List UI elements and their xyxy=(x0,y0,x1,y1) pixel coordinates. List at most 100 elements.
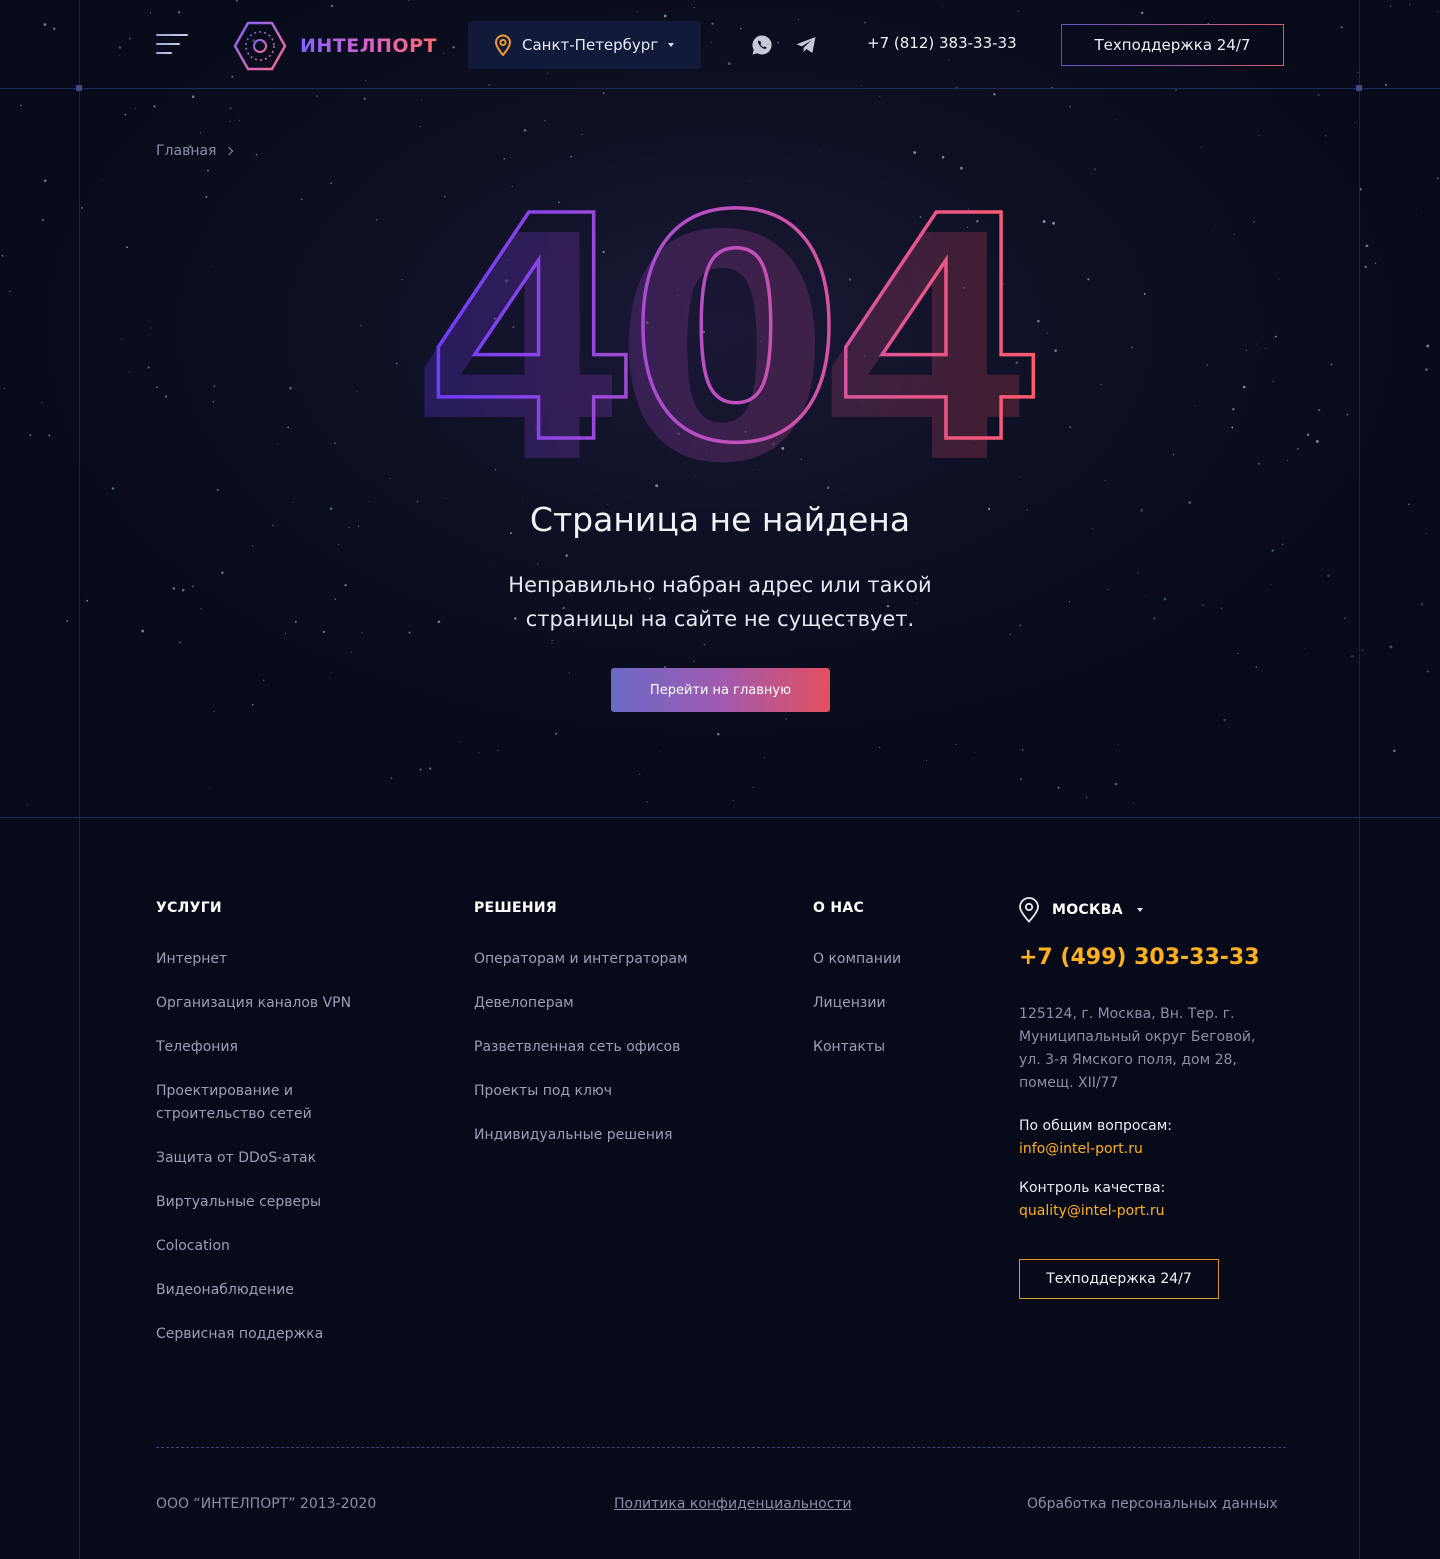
star xyxy=(126,246,128,249)
star xyxy=(334,442,336,444)
star xyxy=(1344,617,1346,620)
star xyxy=(1094,168,1096,170)
star xyxy=(287,426,289,429)
quality-email-link[interactable]: quality@intel-port.ru xyxy=(1019,1203,1164,1219)
footer-about-title: О НАС xyxy=(813,900,865,916)
star xyxy=(926,760,928,762)
go-home-button[interactable]: Перейти на главную xyxy=(611,668,830,712)
footer-link[interactable]: Лицензии xyxy=(813,992,886,1015)
star xyxy=(1364,265,1367,269)
star xyxy=(172,587,176,590)
star xyxy=(9,290,12,293)
star xyxy=(1330,363,1333,366)
star xyxy=(1237,652,1239,654)
footer-link[interactable]: Виртуальные серверы xyxy=(156,1191,321,1214)
footer-link[interactable]: Разветвленная сеть офисов xyxy=(474,1036,680,1059)
star xyxy=(1145,595,1147,597)
star xyxy=(551,639,553,642)
star xyxy=(147,366,150,369)
star xyxy=(344,584,347,587)
star xyxy=(1172,454,1175,456)
star xyxy=(216,488,219,491)
star xyxy=(1278,278,1280,280)
star xyxy=(80,207,83,209)
star xyxy=(111,487,115,490)
star xyxy=(733,799,734,801)
star xyxy=(334,598,337,601)
star xyxy=(1009,633,1011,635)
star xyxy=(141,629,145,633)
star xyxy=(284,632,287,635)
footer-link[interactable]: Организация каналов VPN xyxy=(156,992,351,1015)
star xyxy=(1153,617,1156,620)
footer-link[interactable]: Сервисная поддержка xyxy=(156,1323,323,1346)
footer-link[interactable]: Индивидуальные решения xyxy=(474,1124,672,1147)
star xyxy=(277,443,279,445)
footer-city-selector[interactable]: МОСКВА xyxy=(1018,897,1143,923)
footer-link[interactable]: Телефония xyxy=(156,1036,238,1059)
star xyxy=(1137,572,1139,574)
logo[interactable]: ИНТЕЛПОРТ xyxy=(232,20,437,72)
star xyxy=(993,93,996,96)
star xyxy=(238,119,241,121)
header-phone[interactable]: +7 (812) 383-33-33 xyxy=(867,34,1017,52)
footer-support-button[interactable]: Техподдержка 24/7 xyxy=(1019,1259,1219,1299)
star xyxy=(156,386,158,389)
star xyxy=(1104,479,1106,482)
star xyxy=(693,660,695,662)
star xyxy=(361,632,363,634)
star xyxy=(555,732,558,735)
star xyxy=(551,642,553,644)
error-code: 404 xyxy=(424,180,1035,470)
star xyxy=(1257,462,1260,465)
star xyxy=(477,751,480,754)
star xyxy=(121,338,123,340)
city-selector[interactable]: Санкт-Петербург xyxy=(468,21,701,69)
footer-link[interactable]: Операторам и интеграторам xyxy=(474,948,688,971)
support-button[interactable]: Техподдержка 24/7 xyxy=(1061,24,1284,66)
star xyxy=(437,620,441,624)
star xyxy=(1365,244,1369,248)
footer-phone[interactable]: +7 (499) 303-33-33 xyxy=(1019,945,1260,970)
star xyxy=(221,571,224,574)
menu-icon[interactable] xyxy=(156,34,190,58)
star xyxy=(1255,666,1258,668)
footer-link[interactable]: Интернет xyxy=(156,948,227,971)
footer-link[interactable]: О компании xyxy=(813,948,901,971)
star xyxy=(1194,404,1196,407)
footer-link[interactable]: Colocation xyxy=(156,1235,230,1258)
star xyxy=(1057,786,1060,789)
star xyxy=(1,255,4,257)
star xyxy=(955,743,957,745)
footer-link[interactable]: Защита от DDoS-атак xyxy=(156,1147,316,1170)
star xyxy=(1201,604,1204,607)
star xyxy=(42,219,44,221)
star xyxy=(1223,718,1226,722)
star xyxy=(1351,655,1354,658)
star xyxy=(1019,777,1022,780)
quality-control-label: Контроль качества: xyxy=(1019,1180,1166,1196)
star xyxy=(48,434,51,437)
star xyxy=(1100,383,1103,386)
footer-link[interactable]: Проектирование и строительство сетей xyxy=(156,1080,336,1126)
star xyxy=(3,387,6,390)
star xyxy=(128,371,130,373)
privacy-policy-link[interactable]: Политика конфиденциальности xyxy=(614,1496,852,1512)
star xyxy=(213,384,216,388)
star xyxy=(879,95,881,98)
footer-link[interactable]: Девелоперам xyxy=(474,992,574,1015)
footer-link[interactable]: Контакты xyxy=(813,1036,885,1059)
star xyxy=(717,733,720,736)
star xyxy=(294,620,297,624)
star xyxy=(429,767,432,770)
personal-data-link[interactable]: Обработка персональных данных xyxy=(1027,1496,1278,1512)
whatsapp-icon[interactable] xyxy=(751,34,773,56)
star xyxy=(1085,796,1088,799)
telegram-icon[interactable] xyxy=(795,34,817,56)
breadcrumb-home-link[interactable]: Главная xyxy=(156,143,216,159)
general-email-link[interactable]: info@intel-port.ru xyxy=(1019,1141,1143,1157)
footer-link[interactable]: Видеонаблюдение xyxy=(156,1279,294,1302)
star xyxy=(565,554,568,557)
footer-link[interactable]: Проекты под ключ xyxy=(474,1080,612,1103)
star xyxy=(764,757,765,759)
